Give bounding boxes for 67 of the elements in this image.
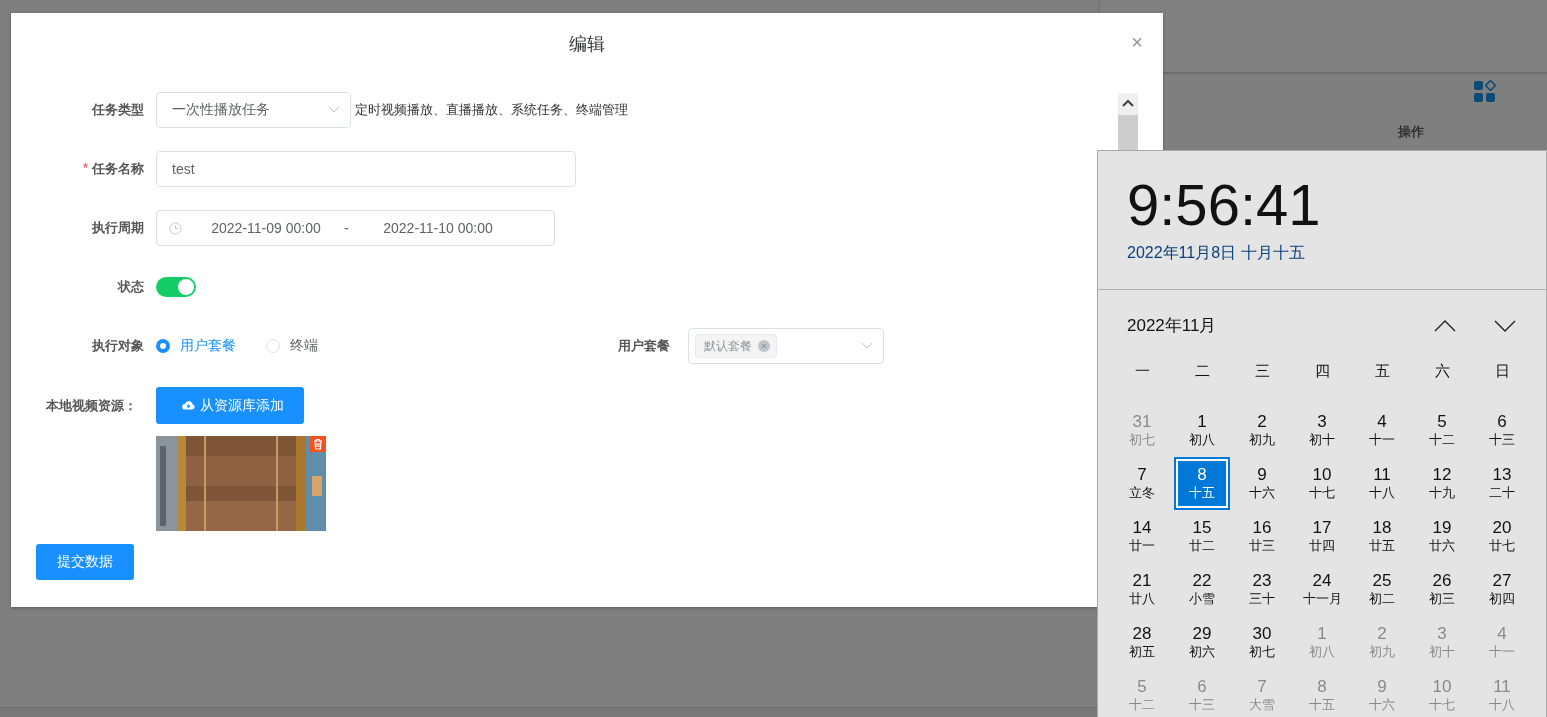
- calendar-day[interactable]: 18 廿五: [1354, 510, 1410, 563]
- calendar-day[interactable]: 2 初九: [1234, 404, 1290, 457]
- chevron-down-icon[interactable]: [1494, 319, 1516, 332]
- calendar-day[interactable]: 7 立冬: [1114, 457, 1170, 510]
- weekday-label: 四: [1313, 361, 1331, 381]
- calendar-day[interactable]: 1 初八: [1174, 404, 1230, 457]
- calendar-day[interactable]: 16 廿三: [1234, 510, 1290, 563]
- calendar-day[interactable]: 13 二十: [1474, 457, 1530, 510]
- calendar-day[interactable]: 8 十五: [1174, 457, 1230, 510]
- calendar-day[interactable]: 4 十一: [1354, 404, 1410, 457]
- calendar-day[interactable]: 26 初三: [1414, 563, 1470, 616]
- calendar-day[interactable]: 20 廿七: [1474, 510, 1530, 563]
- chevron-down-icon: [861, 342, 873, 350]
- calendar-day[interactable]: 25 初二: [1354, 563, 1410, 616]
- weekday-label: 二: [1193, 361, 1211, 381]
- calendar-day[interactable]: 14 廿一: [1114, 510, 1170, 563]
- trash-icon[interactable]: [310, 436, 326, 452]
- calendar-day[interactable]: 12 十九: [1414, 457, 1470, 510]
- field-label: 状态: [116, 278, 145, 296]
- task-name-field[interactable]: test: [156, 151, 576, 187]
- chevron-down-icon: [328, 106, 340, 114]
- field-label: 任务类型: [90, 101, 145, 119]
- calendar-day[interactable]: 30 初七: [1234, 616, 1290, 669]
- weekday-label: 三: [1253, 361, 1271, 381]
- dialog-title: 编辑: [569, 33, 605, 56]
- date-range-field[interactable]: 2022-11-09 00:00 - 2022-11-10 00:00: [156, 210, 555, 246]
- field-label: 用户套餐: [618, 337, 671, 355]
- scroll-up-icon[interactable]: [1122, 99, 1134, 107]
- field-label: 执行周期: [91, 219, 145, 237]
- calendar-day[interactable]: 6 十三: [1474, 404, 1530, 457]
- calendar-day[interactable]: 9 十六: [1234, 457, 1290, 510]
- weekday-label: 日: [1493, 361, 1511, 381]
- weekday-label: 五: [1373, 361, 1391, 381]
- calendar-day[interactable]: 11 十八: [1354, 457, 1410, 510]
- field-label: 执行对象: [91, 337, 145, 355]
- weekday-label: 六: [1433, 361, 1451, 381]
- calendar-day[interactable]: 28 初五: [1114, 616, 1170, 669]
- column-header: 操作: [1398, 123, 1424, 141]
- weekday-label: 一: [1133, 361, 1151, 381]
- chevron-up-icon[interactable]: [1434, 319, 1456, 332]
- remove-icon[interactable]: [758, 340, 770, 352]
- calendar-day[interactable]: 19 廿六: [1414, 510, 1470, 563]
- scrollbar[interactable]: [1118, 93, 1138, 150]
- calendar-day[interactable]: 21 廿八: [1114, 563, 1170, 616]
- calendar-day[interactable]: 24 十一月: [1294, 563, 1350, 616]
- calendar-day[interactable]: 27 初四: [1474, 563, 1530, 616]
- calendar-day[interactable]: 3 初十: [1294, 404, 1350, 457]
- calendar-day[interactable]: 15 廿二: [1174, 510, 1230, 563]
- required-mark: *: [82, 160, 88, 177]
- hint-text: 定时视频播放、直播播放、系统任务、终端管理: [355, 101, 628, 119]
- month-title[interactable]: 2022年11月: [1127, 314, 1217, 337]
- clock-icon: [169, 221, 182, 235]
- cloud-upload-icon: [182, 400, 195, 411]
- radio-option[interactable]: 终端: [266, 337, 318, 355]
- field-label: 本地视频资源：: [45, 396, 138, 415]
- package-tag: 默认套餐: [695, 334, 777, 358]
- status-switch[interactable]: [156, 277, 196, 297]
- calendar-day[interactable]: 29 初六: [1174, 616, 1230, 669]
- calendar-day[interactable]: 23 三十: [1234, 563, 1290, 616]
- clock-time: 9:56:41: [1127, 173, 1322, 237]
- calendar-day[interactable]: 10 十七: [1294, 457, 1350, 510]
- field-label: 任务名称: [92, 160, 144, 178]
- task-type-select[interactable]: 一次性播放任务: [156, 92, 351, 128]
- calendar-day[interactable]: 22 小雪: [1174, 563, 1230, 616]
- date-link[interactable]: 2022年11月8日 十月十五: [1127, 243, 1546, 264]
- calendar-day[interactable]: 5 十二: [1414, 404, 1470, 457]
- calendar-day[interactable]: 17 廿四: [1294, 510, 1350, 563]
